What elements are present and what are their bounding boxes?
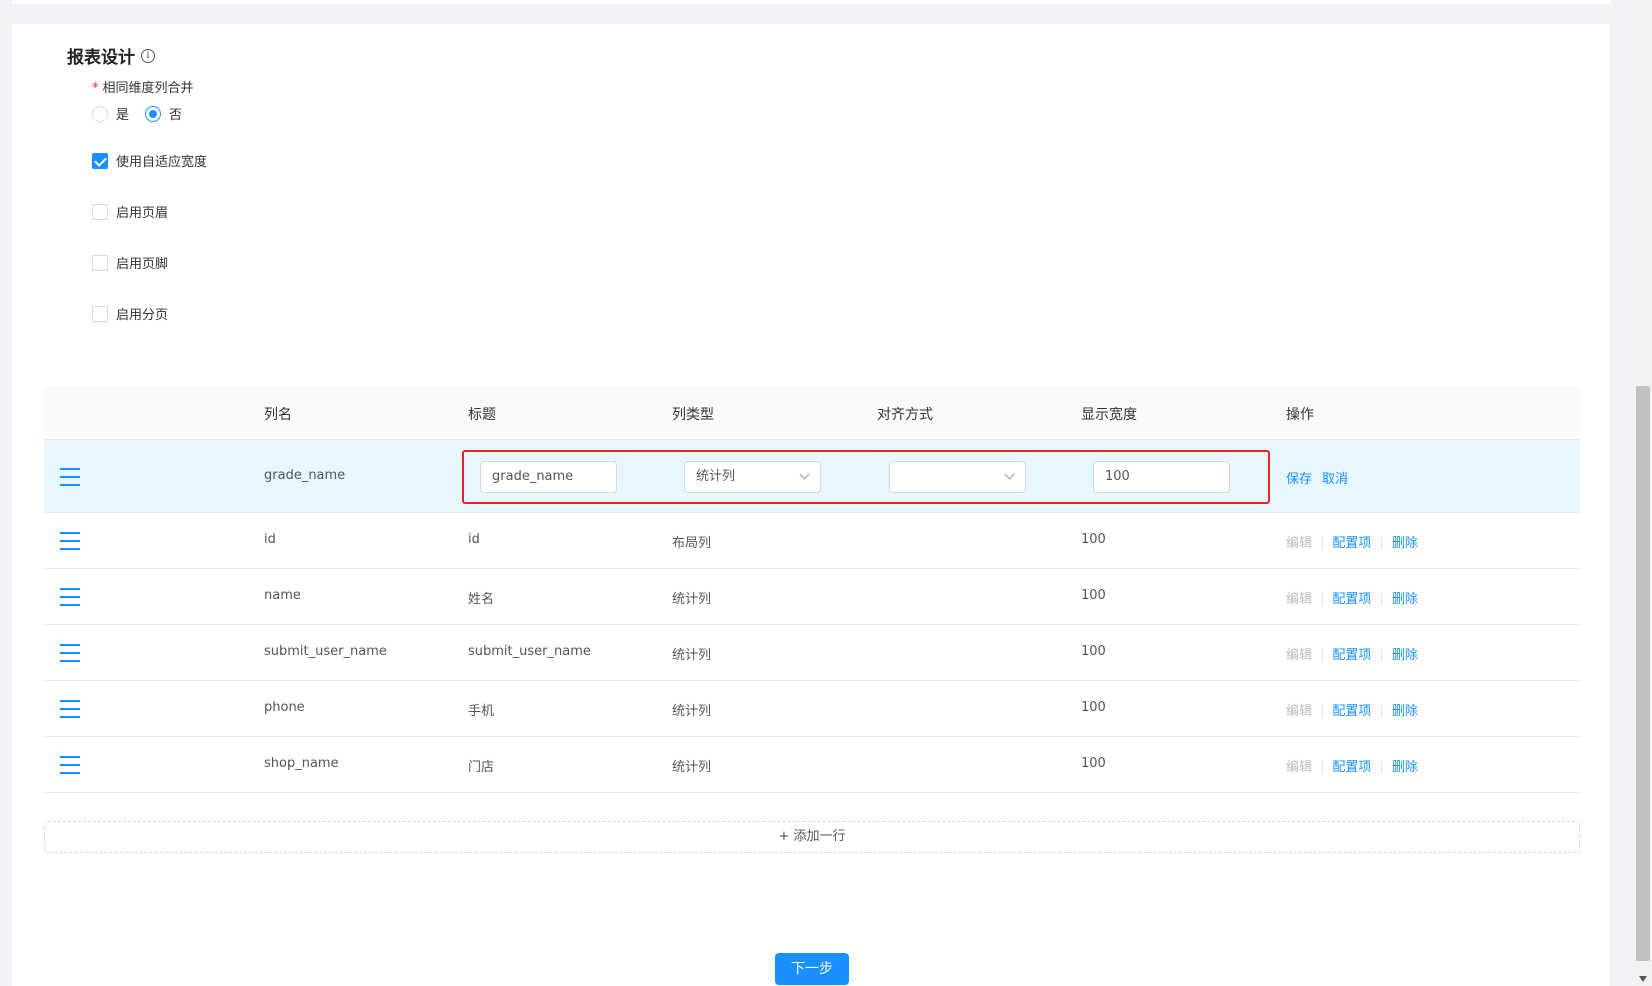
cell-column-name: shop_name [264, 756, 339, 771]
merge-option-radio-group: 是 否 [92, 104, 198, 123]
chevron-down-icon [1004, 469, 1015, 480]
table-row: submit_user_name submit_user_name 统计列 10… [44, 625, 1580, 681]
edit-link[interactable]: 编辑 [1286, 592, 1312, 607]
section-title: 报表设计 i [67, 43, 155, 68]
cell-column-type: 布局列 [672, 536, 712, 551]
column-design-table: 列名 标题 列类型 对齐方式 显示宽度 操作 grade_name grade_… [44, 386, 1580, 793]
checkbox-adaptive-width[interactable] [92, 152, 108, 169]
table-row: name 姓名 统计列 100 编辑 | 配置项 | 删除 [44, 569, 1580, 625]
cell-display-width: 100 [1081, 532, 1106, 547]
drag-handle-icon[interactable] [60, 644, 80, 662]
cell-title: 门店 [468, 760, 495, 775]
merge-option-label: * 相同维度列合并 [92, 77, 194, 96]
column-type-select-value: 统计列 [696, 469, 736, 484]
config-link[interactable]: 配置项 [1332, 760, 1371, 775]
cell-display-width: 100 [1081, 588, 1106, 603]
radio-no[interactable] [145, 105, 162, 122]
top-card-strip [12, 0, 1610, 4]
checkbox-pagination-label[interactable]: 启用分页 [116, 304, 168, 323]
cell-display-width: 100 [1081, 756, 1106, 771]
table-row: id id 布局列 100 编辑 | 配置项 | 删除 [44, 513, 1580, 569]
checkbox-adaptive-width-label[interactable]: 使用自适应宽度 [116, 151, 207, 170]
cell-actions: 编辑 | 配置项 | 删除 [1286, 592, 1418, 607]
cell-column-type: 统计列 [672, 704, 712, 719]
radio-no-label[interactable]: 否 [169, 104, 182, 123]
required-mark: * [92, 81, 99, 96]
cell-title: 手机 [468, 704, 495, 719]
cell-actions: 编辑 | 配置项 | 删除 [1286, 648, 1418, 663]
alignment-select[interactable] [889, 461, 1026, 493]
checkbox-pagination[interactable] [92, 305, 108, 322]
drag-handle-icon[interactable] [60, 700, 80, 718]
cell-actions: 编辑 | 配置项 | 删除 [1286, 704, 1418, 719]
delete-link[interactable]: 删除 [1392, 536, 1418, 551]
checkbox-footer[interactable] [92, 254, 108, 271]
delete-link[interactable]: 删除 [1392, 760, 1418, 775]
table-header: 列名 标题 列类型 对齐方式 显示宽度 操作 [44, 386, 1580, 440]
radio-yes-label[interactable]: 是 [116, 104, 129, 123]
next-step-button[interactable]: 下一步 [775, 953, 849, 985]
header-column-type: 列类型 [672, 407, 714, 423]
cell-column-name: name [264, 588, 301, 603]
delete-link[interactable]: 删除 [1392, 592, 1418, 607]
header-display-width: 显示宽度 [1081, 407, 1137, 423]
cell-actions: 编辑 | 配置项 | 删除 [1286, 760, 1418, 775]
cell-column-name: submit_user_name [264, 644, 387, 659]
merge-option-label-text: 相同维度列合并 [102, 81, 194, 96]
info-icon[interactable]: i [141, 48, 155, 63]
config-link[interactable]: 配置项 [1332, 704, 1371, 719]
cancel-link[interactable]: 取消 [1322, 468, 1348, 487]
config-link[interactable]: 配置项 [1332, 648, 1371, 663]
display-width-input[interactable]: 100 [1093, 461, 1230, 493]
checkbox-pagination-row[interactable]: 启用分页 [92, 304, 168, 323]
drag-handle-icon[interactable] [60, 756, 80, 774]
cell-title: 姓名 [468, 592, 495, 607]
scrollbar-thumb[interactable] [1636, 386, 1650, 961]
cell-column-name: grade_name [264, 468, 346, 483]
scroll-down-arrow-icon[interactable] [1639, 976, 1647, 982]
header-title: 标题 [468, 407, 496, 423]
cell-column-type: 统计列 [672, 592, 712, 607]
checkbox-header-row[interactable]: 启用页眉 [92, 202, 168, 221]
table-row: shop_name 门店 统计列 100 编辑 | 配置项 | 删除 [44, 737, 1580, 793]
drag-handle-icon[interactable] [60, 588, 80, 606]
edit-link[interactable]: 编辑 [1286, 536, 1312, 551]
cell-column-name: id [264, 532, 276, 547]
edit-link[interactable]: 编辑 [1286, 704, 1312, 719]
table-row: phone 手机 统计列 100 编辑 | 配置项 | 删除 [44, 681, 1580, 737]
section-title-text: 报表设计 [67, 48, 135, 68]
cell-display-width: 100 [1081, 700, 1106, 715]
checkbox-footer-row[interactable]: 启用页脚 [92, 253, 168, 272]
cell-column-name: phone [264, 700, 305, 715]
header-actions: 操作 [1286, 407, 1314, 423]
config-link[interactable]: 配置项 [1332, 536, 1371, 551]
cell-actions: 编辑 | 配置项 | 删除 [1286, 536, 1418, 551]
edit-link[interactable]: 编辑 [1286, 648, 1312, 663]
cell-column-type: 统计列 [672, 760, 712, 775]
config-link[interactable]: 配置项 [1332, 592, 1371, 607]
chevron-down-icon [799, 469, 810, 480]
cell-column-type: 统计列 [672, 648, 712, 663]
edit-link[interactable]: 编辑 [1286, 760, 1312, 775]
table-row-editing: grade_name grade_name 统计列 100 保存 取消 [44, 440, 1580, 513]
save-link[interactable]: 保存 [1286, 468, 1312, 487]
header-column-name: 列名 [264, 407, 292, 423]
checkbox-footer-label[interactable]: 启用页脚 [116, 253, 168, 272]
add-row-button[interactable]: + 添加一行 [44, 821, 1580, 853]
header-alignment: 对齐方式 [877, 407, 933, 423]
cell-title: submit_user_name [468, 644, 591, 659]
checkbox-header-label[interactable]: 启用页眉 [116, 202, 168, 221]
title-input[interactable]: grade_name [480, 461, 617, 493]
radio-yes[interactable] [92, 105, 108, 122]
delete-link[interactable]: 删除 [1392, 704, 1418, 719]
checkbox-header[interactable] [92, 203, 108, 220]
vertical-scrollbar[interactable] [1634, 0, 1652, 986]
drag-handle-icon[interactable] [60, 532, 80, 550]
cell-title: id [468, 532, 480, 547]
cell-display-width: 100 [1081, 644, 1106, 659]
delete-link[interactable]: 删除 [1392, 648, 1418, 663]
column-type-select[interactable]: 统计列 [684, 461, 821, 493]
drag-handle-icon[interactable] [60, 468, 80, 486]
checkbox-adaptive-width-row[interactable]: 使用自适应宽度 [92, 151, 207, 170]
